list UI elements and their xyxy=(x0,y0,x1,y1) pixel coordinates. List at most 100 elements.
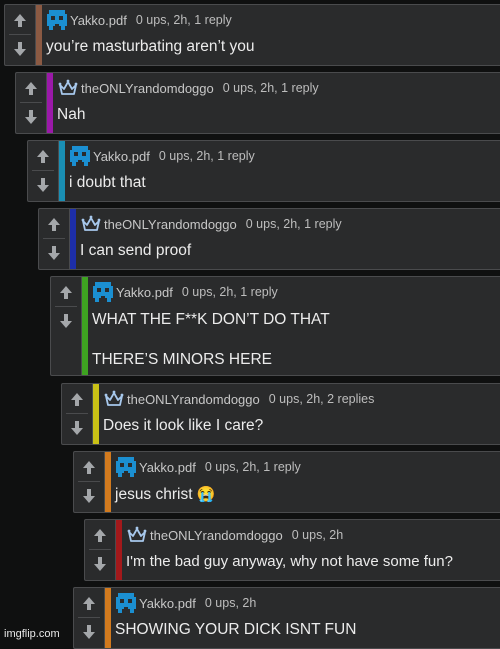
crown-avatar-icon[interactable] xyxy=(81,214,101,234)
comment-text: i doubt that xyxy=(69,174,146,191)
comment-text: I'm the bad guy anyway, why not have som… xyxy=(126,553,453,570)
thread-stripe xyxy=(105,588,111,648)
comment-text: SHOWING YOUR DICK ISNT FUN xyxy=(115,621,357,638)
upvote-arrow-icon[interactable] xyxy=(78,592,100,614)
comment-text-body: jesus christ xyxy=(115,486,193,503)
comment-meta: Yakko.pdf 0 ups, 2h, 1 reply xyxy=(116,457,301,477)
upvote-arrow-icon[interactable] xyxy=(32,145,54,167)
downvote-arrow-icon[interactable] xyxy=(89,553,111,575)
vote-column xyxy=(74,452,105,512)
crown-avatar-icon[interactable] xyxy=(127,525,147,545)
comment-4: Yakko.pdf 0 ups, 2h, 1 reply WHAT THE F*… xyxy=(50,276,500,376)
comment-stats: 0 ups, 2h, 1 reply xyxy=(181,285,278,299)
downvote-arrow-icon[interactable] xyxy=(32,174,54,196)
downvote-arrow-icon[interactable] xyxy=(78,621,100,643)
upvote-arrow-icon[interactable] xyxy=(55,281,77,303)
comment-7: theONLYrandomdoggo 0 ups, 2h I'm the bad… xyxy=(84,519,500,581)
vote-column xyxy=(85,520,116,580)
thread-stripe xyxy=(59,141,65,201)
vote-divider xyxy=(20,102,42,103)
comment-1: theONLYrandomdoggo 0 ups, 2h, 1 reply Na… xyxy=(15,72,500,134)
comment-text: Nah xyxy=(57,106,86,123)
comment-stats: 0 ups, 2h, 1 reply xyxy=(204,460,301,474)
comment-stats: 0 ups, 2h, 1 reply xyxy=(245,217,342,231)
upvote-arrow-icon[interactable] xyxy=(78,456,100,478)
pixel-avatar-icon[interactable] xyxy=(93,282,113,302)
thread-stripe xyxy=(36,5,42,65)
thread-stripe xyxy=(105,452,111,512)
upvote-arrow-icon[interactable] xyxy=(20,77,42,99)
pixel-avatar-icon[interactable] xyxy=(116,457,136,477)
comment-6: Yakko.pdf 0 ups, 2h, 1 reply jesus chris… xyxy=(73,451,500,513)
thread-stripe xyxy=(82,277,88,375)
comment-0: Yakko.pdf 0 ups, 2h, 1 reply you’re mast… xyxy=(4,4,500,66)
comment-stats: 0 ups, 2h, 2 replies xyxy=(268,392,375,406)
pixel-avatar-icon[interactable] xyxy=(116,593,136,613)
pixel-avatar-icon[interactable] xyxy=(47,10,67,30)
crown-avatar-icon[interactable] xyxy=(104,389,124,409)
upvote-arrow-icon[interactable] xyxy=(89,524,111,546)
downvote-arrow-icon[interactable] xyxy=(9,38,31,60)
username-link[interactable]: Yakko.pdf xyxy=(93,149,150,164)
downvote-arrow-icon[interactable] xyxy=(78,485,100,507)
vote-divider xyxy=(43,238,65,239)
imgflip-watermark: imgflip.com xyxy=(4,628,60,640)
vote-column xyxy=(16,73,47,133)
vote-divider xyxy=(89,549,111,550)
comment-meta: Yakko.pdf 0 ups, 2h, 1 reply xyxy=(47,10,232,30)
comment-8: Yakko.pdf 0 ups, 2h SHOWING YOUR DICK IS… xyxy=(73,587,500,649)
vote-divider xyxy=(66,413,88,414)
vote-divider xyxy=(78,617,100,618)
downvote-arrow-icon[interactable] xyxy=(66,417,88,439)
comment-meta: theONLYrandomdoggo 0 ups, 2h, 1 reply xyxy=(58,79,319,97)
comment-stats: 0 ups, 2h xyxy=(291,528,344,542)
vote-column xyxy=(5,5,36,65)
vote-divider xyxy=(78,481,100,482)
crown-avatar-icon[interactable] xyxy=(58,78,78,98)
comment-text: Does it look like I care? xyxy=(103,417,264,434)
upvote-arrow-icon[interactable] xyxy=(9,9,31,31)
downvote-arrow-icon[interactable] xyxy=(20,106,42,128)
vote-column xyxy=(62,384,93,444)
username-link[interactable]: Yakko.pdf xyxy=(139,460,196,475)
vote-column xyxy=(39,209,70,269)
comment-2: Yakko.pdf 0 ups, 2h, 1 reply i doubt tha… xyxy=(27,140,500,202)
vote-divider xyxy=(32,170,54,171)
comment-stats: 0 ups, 2h, 1 reply xyxy=(158,149,255,163)
comment-stats: 0 ups, 2h, 1 reply xyxy=(222,81,319,95)
thread-stripe xyxy=(70,209,76,269)
username-link[interactable]: theONLYrandomdoggo xyxy=(81,81,214,96)
comment-meta: theONLYrandomdoggo 0 ups, 2h xyxy=(127,526,343,544)
username-link[interactable]: theONLYrandomdoggo xyxy=(127,392,260,407)
username-link[interactable]: theONLYrandomdoggo xyxy=(104,217,237,232)
comment-meta: Yakko.pdf 0 ups, 2h, 1 reply xyxy=(70,146,255,166)
crying-emoji-icon: 😭 xyxy=(196,486,216,503)
thread-stripe xyxy=(93,384,99,444)
downvote-arrow-icon[interactable] xyxy=(43,242,65,264)
username-link[interactable]: Yakko.pdf xyxy=(139,596,196,611)
downvote-arrow-icon[interactable] xyxy=(55,310,77,332)
username-link[interactable]: Yakko.pdf xyxy=(116,285,173,300)
comment-text: jesus christ 😭 xyxy=(115,485,216,504)
vote-column xyxy=(74,588,105,648)
comment-stats: 0 ups, 2h xyxy=(204,596,257,610)
comment-5: theONLYrandomdoggo 0 ups, 2h, 2 replies … xyxy=(61,383,500,445)
comment-meta: theONLYrandomdoggo 0 ups, 2h, 1 reply xyxy=(81,215,342,233)
vote-column xyxy=(28,141,59,201)
comment-3: theONLYrandomdoggo 0 ups, 2h, 1 reply I … xyxy=(38,208,500,270)
thread-stripe xyxy=(116,520,122,580)
upvote-arrow-icon[interactable] xyxy=(66,388,88,410)
upvote-arrow-icon[interactable] xyxy=(43,213,65,235)
vote-divider xyxy=(9,34,31,35)
vote-divider xyxy=(55,306,77,307)
comment-meta: Yakko.pdf 0 ups, 2h xyxy=(116,593,257,613)
vote-column xyxy=(51,277,82,375)
username-link[interactable]: theONLYrandomdoggo xyxy=(150,528,283,543)
comment-text-line: WHAT THE F**K DON’T DO THAT xyxy=(92,311,330,328)
comment-meta: theONLYrandomdoggo 0 ups, 2h, 2 replies xyxy=(104,390,374,408)
username-link[interactable]: Yakko.pdf xyxy=(70,13,127,28)
comment-text: you’re masturbating aren’t you xyxy=(46,38,255,55)
thread-stripe xyxy=(47,73,53,133)
comment-text: I can send proof xyxy=(80,242,192,259)
pixel-avatar-icon[interactable] xyxy=(70,146,90,166)
